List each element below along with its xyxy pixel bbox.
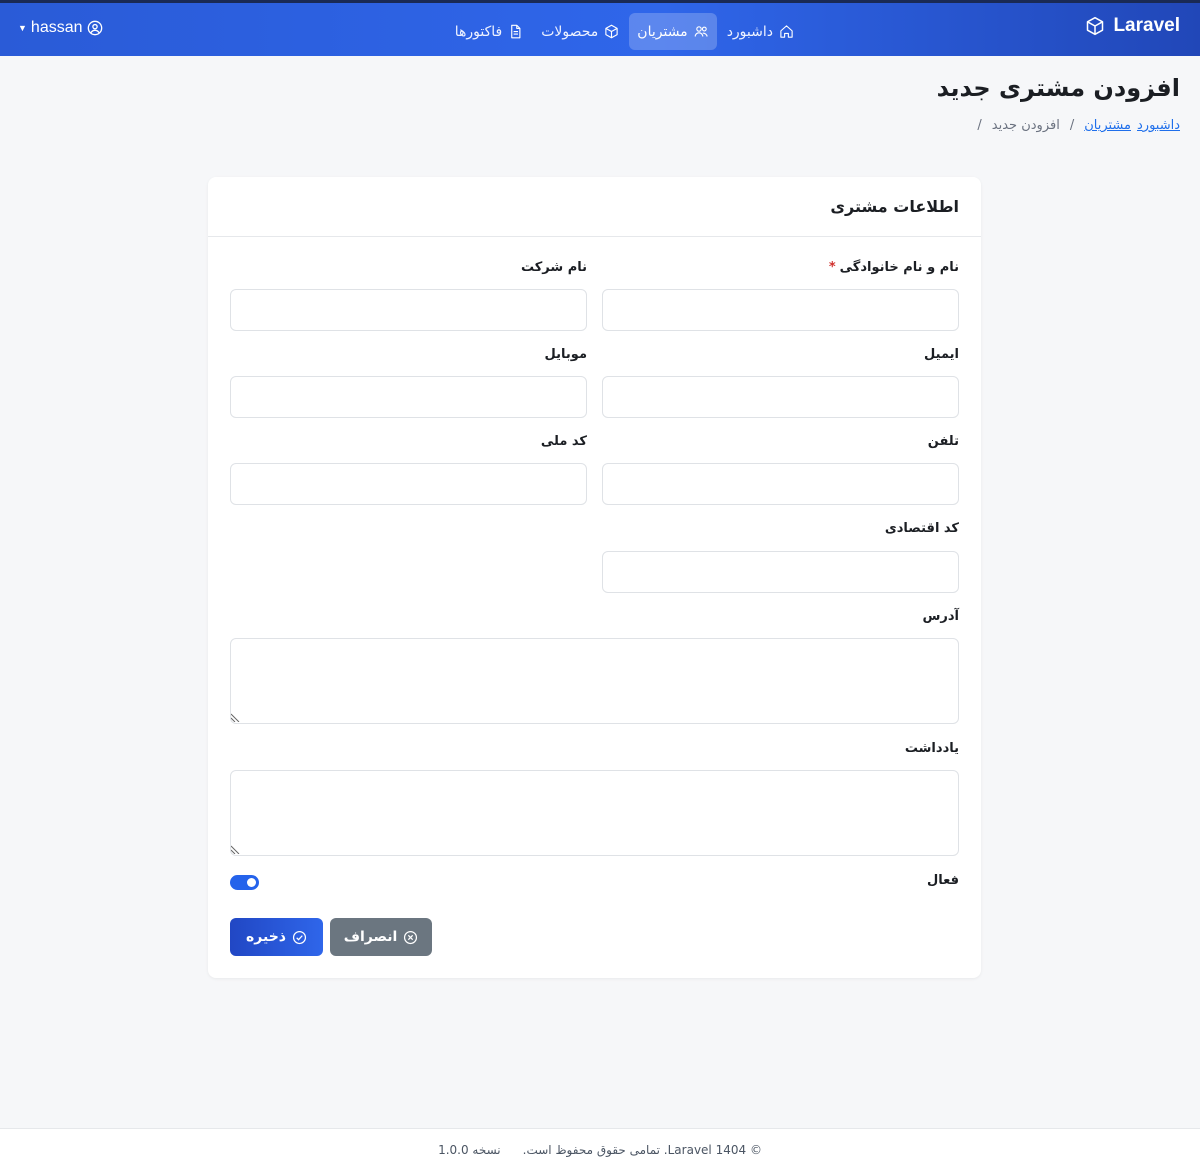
user-menu[interactable]: ▼ hassan	[18, 19, 103, 37]
email-input[interactable]	[602, 376, 959, 418]
economic-code-input[interactable]	[602, 551, 959, 593]
cancel-button[interactable]: انصراف	[330, 918, 432, 956]
users-icon	[694, 26, 708, 37]
footer-version: نسخه 1.0.0	[438, 1143, 501, 1157]
address-textarea[interactable]	[230, 638, 959, 724]
page-title: افزودن مشتری جدید	[936, 74, 1180, 102]
nav-label-products: محصولات	[541, 23, 599, 40]
phone-input[interactable]	[602, 463, 959, 505]
nav-label-invoices: فاکتورها	[454, 23, 503, 40]
required-mark: *	[828, 260, 836, 275]
x-circle-icon	[404, 930, 418, 944]
top-navbar: Laravel داشبورد مشتریان محصولات فاکتورها…	[0, 0, 1200, 56]
card-title: اطلاعات مشتری	[830, 197, 959, 216]
full-name-input[interactable]	[602, 289, 959, 331]
toggle-knob	[247, 878, 256, 887]
active-label: فعال	[926, 873, 959, 888]
nav-item-customers[interactable]: مشتریان	[629, 13, 717, 50]
active-toggle[interactable]	[230, 875, 259, 890]
nav-item-invoices[interactable]: فاکتورها	[447, 13, 532, 50]
resize-handle-icon[interactable]	[231, 844, 241, 854]
resize-handle-icon[interactable]	[231, 712, 241, 722]
mobile-input[interactable]	[230, 376, 587, 418]
phone-label: تلفن	[927, 434, 959, 449]
company-label: نام شرکت	[520, 260, 587, 275]
box-icon	[1087, 16, 1104, 36]
economic-code-label: کد اقتصادی	[884, 521, 959, 536]
breadcrumb-current: افزودن جدید	[991, 118, 1060, 133]
nav-label-dashboard: داشبورد	[726, 23, 773, 40]
file-icon	[511, 24, 521, 39]
email-label: ایمیل	[924, 347, 959, 362]
national-code-label: کد ملی	[540, 434, 587, 449]
breadcrumb: داشبورد مشتریان / افزودن جدید /	[973, 118, 1180, 133]
footer: © Laravel 1404. تمامی حقوق محفوظ است. نس…	[0, 1128, 1200, 1171]
home-icon	[780, 25, 793, 38]
full-name-label: نام و نام خانوادگی*	[829, 260, 959, 275]
nav-item-dashboard[interactable]: داشبورد	[719, 13, 802, 50]
brand-name: Laravel	[1113, 15, 1180, 36]
breadcrumb-dashboard[interactable]: داشبورد	[1137, 118, 1180, 133]
breadcrumb-customers[interactable]: مشتریان	[1084, 118, 1131, 133]
user-circle-icon	[87, 20, 102, 36]
nav-item-products[interactable]: محصولات	[533, 13, 627, 50]
breadcrumb-separator: /	[977, 118, 982, 133]
national-code-input[interactable]	[230, 463, 587, 505]
note-label: یادداشت	[904, 741, 959, 756]
box-icon	[605, 24, 618, 39]
breadcrumb-separator: /	[1069, 118, 1075, 133]
mobile-label: موبایل	[544, 347, 587, 362]
save-button[interactable]: ذخیره	[230, 918, 323, 956]
username: hassan	[30, 19, 83, 36]
footer-copyright: © Laravel 1404. تمامی حقوق محفوظ است.	[522, 1143, 762, 1157]
save-button-label: ذخیره	[246, 929, 286, 945]
brand[interactable]: Laravel	[1085, 15, 1180, 37]
caret-down-icon: ▼	[18, 23, 27, 33]
customer-form-card: اطلاعات مشتری نام و نام خانوادگی* نام شر…	[208, 177, 981, 978]
check-circle-icon	[292, 930, 307, 944]
nav-links: داشبورد مشتریان محصولات فاکتورها	[447, 13, 802, 50]
full-name-label-text: نام و نام خانوادگی	[839, 260, 959, 275]
note-textarea[interactable]	[230, 770, 959, 856]
card-header: اطلاعات مشتری	[208, 177, 981, 237]
company-input[interactable]	[230, 289, 587, 331]
nav-label-customers: مشتریان	[637, 23, 688, 40]
cancel-button-label: انصراف	[343, 929, 398, 945]
address-label: آدرس	[922, 609, 959, 624]
